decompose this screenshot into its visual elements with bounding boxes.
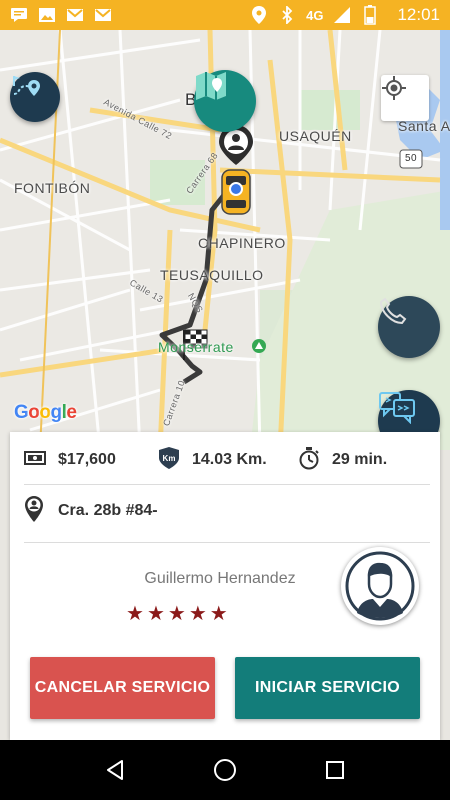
trip-price: $17,600 [24, 450, 158, 471]
trip-info-row: $17,600 Km 14.03 Km. 29 min. [24, 442, 424, 478]
driver-avatar[interactable] [341, 547, 419, 625]
money-icon [24, 450, 46, 471]
chat-icon [379, 392, 415, 424]
map-icon [196, 72, 226, 100]
divider [24, 484, 430, 485]
person-icon [345, 551, 415, 621]
map-label-fontibon: FONTIBÓN [14, 180, 91, 196]
trip-duration: 29 min. [298, 446, 387, 475]
divider [24, 542, 430, 543]
star-icon: ★ [126, 603, 144, 625]
map-label-chapinero: CHAPINERO [198, 235, 286, 251]
gmail-icon [94, 7, 112, 23]
star-icon: ★ [146, 603, 165, 625]
image-icon [38, 7, 56, 23]
route-icon [13, 76, 40, 96]
signal-icon [333, 7, 351, 23]
trip-card: $17,600 Km 14.03 Km. 29 min. Cra. 28b #8… [10, 432, 440, 740]
landmark-marker-icon [252, 339, 266, 353]
status-bar: 4G 12:01 [0, 0, 450, 30]
call-button[interactable] [378, 296, 440, 358]
navigation-bar [0, 740, 450, 800]
duration-value: 29 min. [332, 451, 388, 468]
gmail-icon [66, 7, 84, 23]
home-button[interactable] [205, 750, 245, 790]
network-type: 4G [306, 7, 324, 23]
recents-button[interactable] [315, 750, 355, 790]
home-circle-icon [214, 759, 236, 781]
back-button[interactable] [95, 750, 135, 790]
location-icon [250, 6, 268, 24]
distance-value: 14.03 Km. [192, 451, 267, 468]
map-label-usaquen: USAQUÉN [279, 128, 352, 144]
map-label-monserrate: Monserrate [158, 339, 234, 355]
person-pin-icon [24, 495, 44, 528]
stopwatch-icon [298, 446, 320, 475]
cancel-service-button[interactable]: CANCELAR SERVICIO [30, 657, 215, 719]
google-logo: Google [14, 402, 77, 423]
crosshair-icon [382, 76, 406, 100]
bluetooth-icon [278, 6, 296, 24]
map-label-teusaquillo: TEUSAQUILLO [160, 267, 264, 283]
map-label-route50: 50 [405, 153, 418, 164]
map-view[interactable]: Bogotá USAQUÉN Santa A FONTIBÓN CHAPINER… [0, 30, 450, 450]
phone-icon [379, 297, 407, 325]
pickup-address: Cra. 28b #84- [58, 502, 158, 519]
trip-distance: Km 14.03 Km. [158, 446, 298, 475]
driver-name: Guillermo Hernandez [144, 570, 296, 587]
start-service-button[interactable]: INICIAR SERVICIO [235, 657, 420, 719]
message-icon [10, 7, 28, 23]
recents-square-icon [326, 761, 344, 779]
price-value: $17,600 [58, 451, 116, 468]
battery-icon [361, 5, 379, 25]
my-location-button[interactable] [381, 75, 429, 121]
star-icon: ★ [209, 603, 228, 625]
svg-text:Km: Km [163, 454, 176, 463]
route-button[interactable] [10, 72, 60, 122]
star-icon: ★ [167, 603, 186, 625]
clock: 12:01 [397, 5, 440, 24]
star-icon: ★ [188, 603, 207, 625]
map-button[interactable] [194, 70, 256, 132]
back-icon [107, 760, 123, 780]
taxi-car-icon [221, 169, 251, 215]
km-shield-icon: Km [158, 446, 180, 475]
pickup-address-row: Cra. 28b #84- [24, 494, 158, 528]
driver-rating: ★ ★ ★ ★ ★ [126, 604, 228, 624]
